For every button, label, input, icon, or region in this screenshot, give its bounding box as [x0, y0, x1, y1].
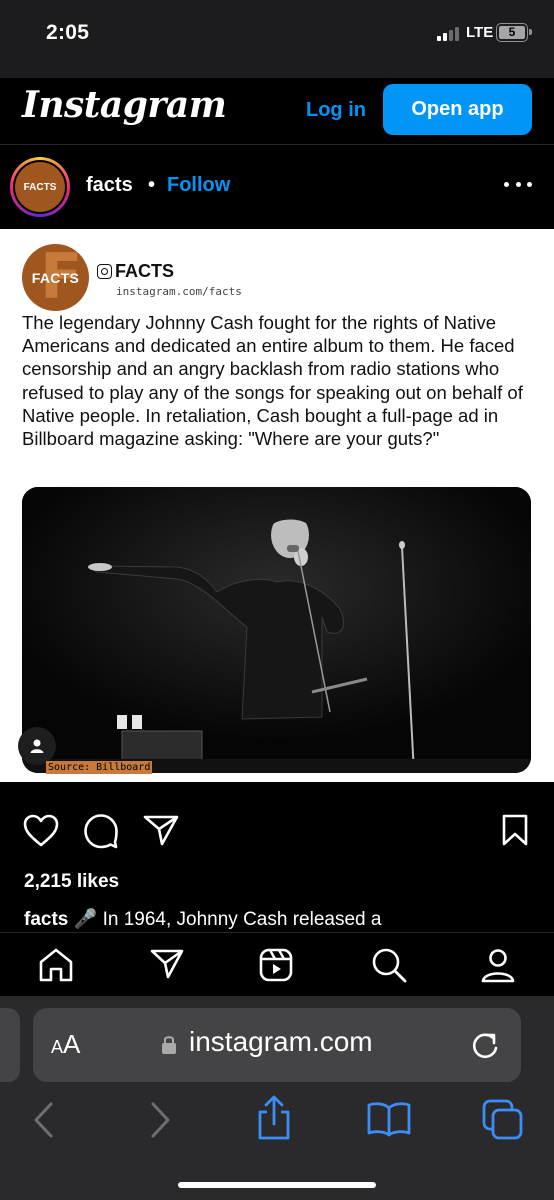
instagram-header: Instagram Log in Open app	[0, 78, 554, 144]
avatar[interactable]: FACTS	[10, 157, 70, 217]
signal-icon	[437, 27, 461, 41]
share-sheet-icon[interactable]	[254, 1094, 294, 1142]
previous-tab[interactable]	[0, 1008, 20, 1082]
home-indicator[interactable]	[178, 1182, 376, 1188]
more-options-icon[interactable]	[504, 177, 532, 191]
facts-logo: F FACTS	[22, 244, 89, 311]
source-caption: Source: Billboard	[46, 761, 153, 774]
instagram-icon	[97, 264, 112, 279]
reader-settings-button[interactable]: AA	[51, 1029, 80, 1060]
battery-icon: 5	[496, 23, 532, 42]
username-link[interactable]: facts	[86, 174, 133, 197]
login-link[interactable]: Log in	[306, 99, 366, 122]
post-url: instagram.com/facts	[116, 285, 242, 298]
home-icon[interactable]	[37, 947, 75, 983]
microphone-icon: 🎤	[73, 909, 98, 930]
caption: facts 🎤 In 1964, Johnny Cash released a	[24, 907, 381, 931]
tabs-icon[interactable]	[481, 1098, 525, 1142]
open-app-button[interactable]: Open app	[383, 84, 532, 135]
handle-text: FACTS	[115, 261, 175, 281]
lock-icon	[162, 1036, 176, 1054]
instagram-logo[interactable]: Instagram	[22, 84, 227, 126]
post-header: FACTS facts • Follow	[0, 144, 554, 228]
reload-icon[interactable]	[469, 1028, 501, 1062]
battery-level: 5	[499, 26, 525, 39]
post-text: The legendary Johnny Cash fought for the…	[22, 312, 523, 450]
forward-icon[interactable]	[148, 1100, 174, 1140]
separator: •	[148, 174, 156, 196]
logo-text: FACTS	[31, 269, 80, 286]
status-time: 2:05	[46, 21, 90, 44]
caption-text: In 1964, Johnny Cash released a	[102, 909, 382, 930]
url-display[interactable]: instagram.com	[189, 1026, 373, 1058]
network-type: LTE	[466, 24, 494, 41]
avatar-image: FACTS	[15, 162, 65, 212]
back-icon[interactable]	[30, 1100, 56, 1140]
post-image-card: F FACTS FACTS instagram.com/facts The le…	[0, 229, 554, 782]
follow-button[interactable]: Follow	[167, 174, 230, 197]
likes-count[interactable]: 2,215 likes	[24, 871, 119, 893]
comment-icon[interactable]	[82, 812, 120, 850]
address-bar[interactable]: AA instagram.com	[33, 1008, 521, 1082]
share-icon[interactable]	[142, 813, 180, 847]
instagram-bottom-nav	[0, 932, 554, 996]
post-actions: 2,215 likes facts 🎤 In 1964, Johnny Cash…	[0, 782, 554, 932]
bookmark-icon[interactable]	[501, 813, 529, 847]
reels-icon[interactable]	[258, 947, 294, 983]
direct-message-icon[interactable]	[149, 947, 185, 981]
post-handle: FACTS	[97, 261, 174, 282]
bookmarks-icon[interactable]	[366, 1100, 412, 1138]
safari-toolbar: AA instagram.com	[0, 996, 554, 1200]
johnny-cash-photo	[22, 487, 531, 773]
user-tags-icon[interactable]	[18, 727, 56, 765]
caption-username[interactable]: facts	[24, 909, 68, 930]
status-bar: 2:05 LTE 5	[0, 0, 554, 78]
heart-icon[interactable]	[22, 814, 60, 848]
profile-icon[interactable]	[480, 947, 516, 983]
search-icon[interactable]	[370, 947, 408, 983]
